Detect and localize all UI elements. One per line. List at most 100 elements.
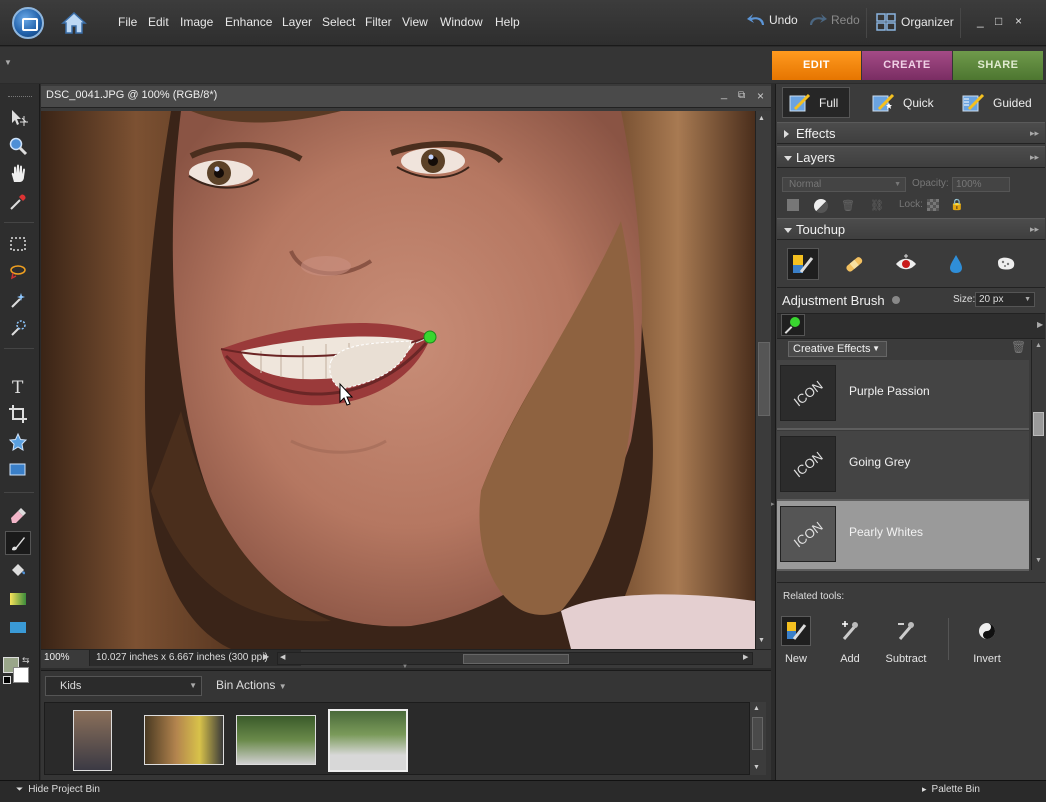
minimize-button[interactable]: _ <box>977 14 984 28</box>
menu-window[interactable]: Window <box>440 15 483 29</box>
creative-effects-select[interactable]: Creative Effects ▼ <box>788 341 887 357</box>
panel-menu-icon[interactable]: ▸▸ <box>1030 123 1039 144</box>
menu-select[interactable]: Select <box>322 15 355 29</box>
menu-enhance[interactable]: Enhance <box>225 15 272 29</box>
horizontal-scroll-thumb[interactable] <box>463 654 569 664</box>
scroll-left-icon[interactable]: ◀ <box>280 653 285 661</box>
scroll-down-icon[interactable]: ▼ <box>753 764 760 771</box>
palette-bin-button[interactable]: ▸ Palette Bin <box>922 784 980 795</box>
tab-create[interactable]: CREATE <box>862 51 952 80</box>
effects-scroll-thumb[interactable] <box>1033 412 1044 436</box>
subtab-full[interactable]: Full <box>782 87 850 118</box>
effect-item[interactable]: ICON Purple Passion <box>777 360 1029 430</box>
doc-minimize-button[interactable]: _ <box>721 88 727 100</box>
layers-section-header[interactable]: Layers ▸▸ <box>777 146 1045 168</box>
bin-actions-menu[interactable]: Bin Actions ▼ <box>216 678 287 692</box>
move-tool-icon[interactable] <box>5 106 31 130</box>
invert-button[interactable]: Invert <box>965 616 1009 665</box>
background-color-swatch[interactable] <box>13 667 29 683</box>
album-select[interactable]: Kids ▼ <box>45 676 202 696</box>
doc-restore-button[interactable]: ⧉ <box>738 90 745 101</box>
quick-selection-icon[interactable] <box>5 316 31 340</box>
tab-edit[interactable]: EDIT <box>772 51 861 80</box>
subtab-quick[interactable]: Quick <box>871 87 934 118</box>
maximize-button[interactable]: □ <box>995 14 1002 28</box>
brush-menu-arrow-icon[interactable]: ▶ <box>1037 320 1043 329</box>
brush-preset-icon[interactable] <box>781 314 805 336</box>
effect-item-selected[interactable]: ICON Pearly Whites <box>777 501 1029 571</box>
new-selection-button[interactable]: New <box>774 616 818 665</box>
bin-thumbnail[interactable] <box>236 715 316 765</box>
paint-bucket-icon[interactable] <box>5 559 31 583</box>
effects-scrollbar[interactable]: ▲ ▼ <box>1031 340 1045 570</box>
adjustment-brush-icon[interactable] <box>787 248 819 280</box>
hand-tool-icon[interactable] <box>5 162 31 186</box>
sponge-tool-icon[interactable] <box>990 248 1022 280</box>
cookie-cutter-icon[interactable] <box>5 430 31 454</box>
type-tool-icon[interactable]: T <box>5 374 31 398</box>
healing-brush-icon[interactable] <box>838 248 870 280</box>
panel-collapse-handle[interactable]: ▸ <box>771 500 775 512</box>
panel-menu-icon[interactable]: ▸▸ <box>1030 147 1039 168</box>
eraser-tool-icon[interactable] <box>5 503 31 527</box>
bin-collapse-handle[interactable]: ▼ <box>398 664 412 670</box>
document-canvas[interactable] <box>41 111 755 649</box>
menu-help[interactable]: Help <box>495 15 520 29</box>
add-selection-button[interactable]: Add <box>828 616 872 665</box>
lasso-tool-icon[interactable] <box>5 260 31 284</box>
close-button[interactable]: × <box>1015 14 1022 28</box>
touchup-section-header[interactable]: Touchup ▸▸ <box>777 218 1045 240</box>
red-eye-icon[interactable] <box>890 248 922 280</box>
home-icon[interactable] <box>60 9 88 37</box>
rectangular-marquee-icon[interactable] <box>5 232 31 256</box>
bin-scroll-thumb[interactable] <box>752 717 763 750</box>
bin-thumbnail[interactable] <box>73 710 112 771</box>
document-horizontal-scrollbar[interactable]: ◀ ▶ <box>277 652 753 665</box>
effects-section-header[interactable]: Effects ▸▸ <box>777 122 1045 144</box>
scroll-down-icon[interactable]: ▼ <box>758 637 765 644</box>
bin-thumbnail[interactable] <box>144 715 224 765</box>
bin-scrollbar[interactable]: ▲ ▼ <box>750 702 766 775</box>
app-logo[interactable] <box>12 7 44 39</box>
magic-wand-icon[interactable] <box>5 288 31 312</box>
swap-colors-icon[interactable]: ⇆ <box>22 655 30 666</box>
bin-thumbnail-selected[interactable] <box>328 709 408 772</box>
eyedropper-tool-icon[interactable] <box>5 190 31 214</box>
info-icon[interactable] <box>892 296 900 304</box>
toolbox-grip[interactable] <box>8 96 32 100</box>
subtract-selection-button[interactable]: Subtract <box>884 616 928 665</box>
undo-button[interactable]: Undo <box>746 13 798 27</box>
brush-size-field[interactable]: 20 px ▼ <box>975 292 1035 307</box>
scroll-up-icon[interactable]: ▲ <box>753 705 760 712</box>
scroll-right-icon[interactable]: ▶ <box>743 653 748 661</box>
zoom-tool-icon[interactable] <box>5 134 31 158</box>
tab-share[interactable]: SHARE <box>953 51 1043 80</box>
scroll-up-icon[interactable]: ▲ <box>1035 342 1042 349</box>
options-chevron-icon[interactable]: ▼ <box>4 58 12 67</box>
subtab-guided[interactable]: Guided <box>961 87 1032 118</box>
menu-layer[interactable]: Layer <box>282 15 312 29</box>
gradient-tool-icon[interactable] <box>5 587 31 611</box>
straighten-tool-icon[interactable] <box>5 458 31 482</box>
menu-view[interactable]: View <box>402 15 428 29</box>
delete-effect-icon[interactable]: 🗑 <box>1011 340 1026 354</box>
scroll-down-icon[interactable]: ▼ <box>1035 557 1042 564</box>
blur-tool-icon[interactable] <box>940 248 972 280</box>
doc-close-button[interactable]: × <box>757 89 764 103</box>
hide-project-bin-button[interactable]: ⏷ Hide Project Bin <box>16 784 100 795</box>
crop-tool-icon[interactable] <box>5 402 31 426</box>
menu-file[interactable]: File <box>118 15 137 29</box>
redo-button[interactable]: Redo <box>808 13 860 27</box>
default-colors-icon[interactable] <box>3 676 11 684</box>
menu-filter[interactable]: Filter <box>365 15 392 29</box>
menu-edit[interactable]: Edit <box>148 15 169 29</box>
scroll-up-icon[interactable]: ▲ <box>758 115 765 122</box>
menu-image[interactable]: Image <box>180 15 213 29</box>
organizer-button[interactable]: Organizer <box>876 13 954 31</box>
status-menu-arrow-icon[interactable]: ▶ <box>263 652 269 661</box>
effect-item[interactable]: ICON Going Grey <box>777 431 1029 501</box>
menu-divider <box>960 8 961 38</box>
panel-menu-icon[interactable]: ▸▸ <box>1030 219 1039 240</box>
shape-tool-icon[interactable] <box>5 615 31 639</box>
brush-tool-icon[interactable] <box>5 531 31 555</box>
